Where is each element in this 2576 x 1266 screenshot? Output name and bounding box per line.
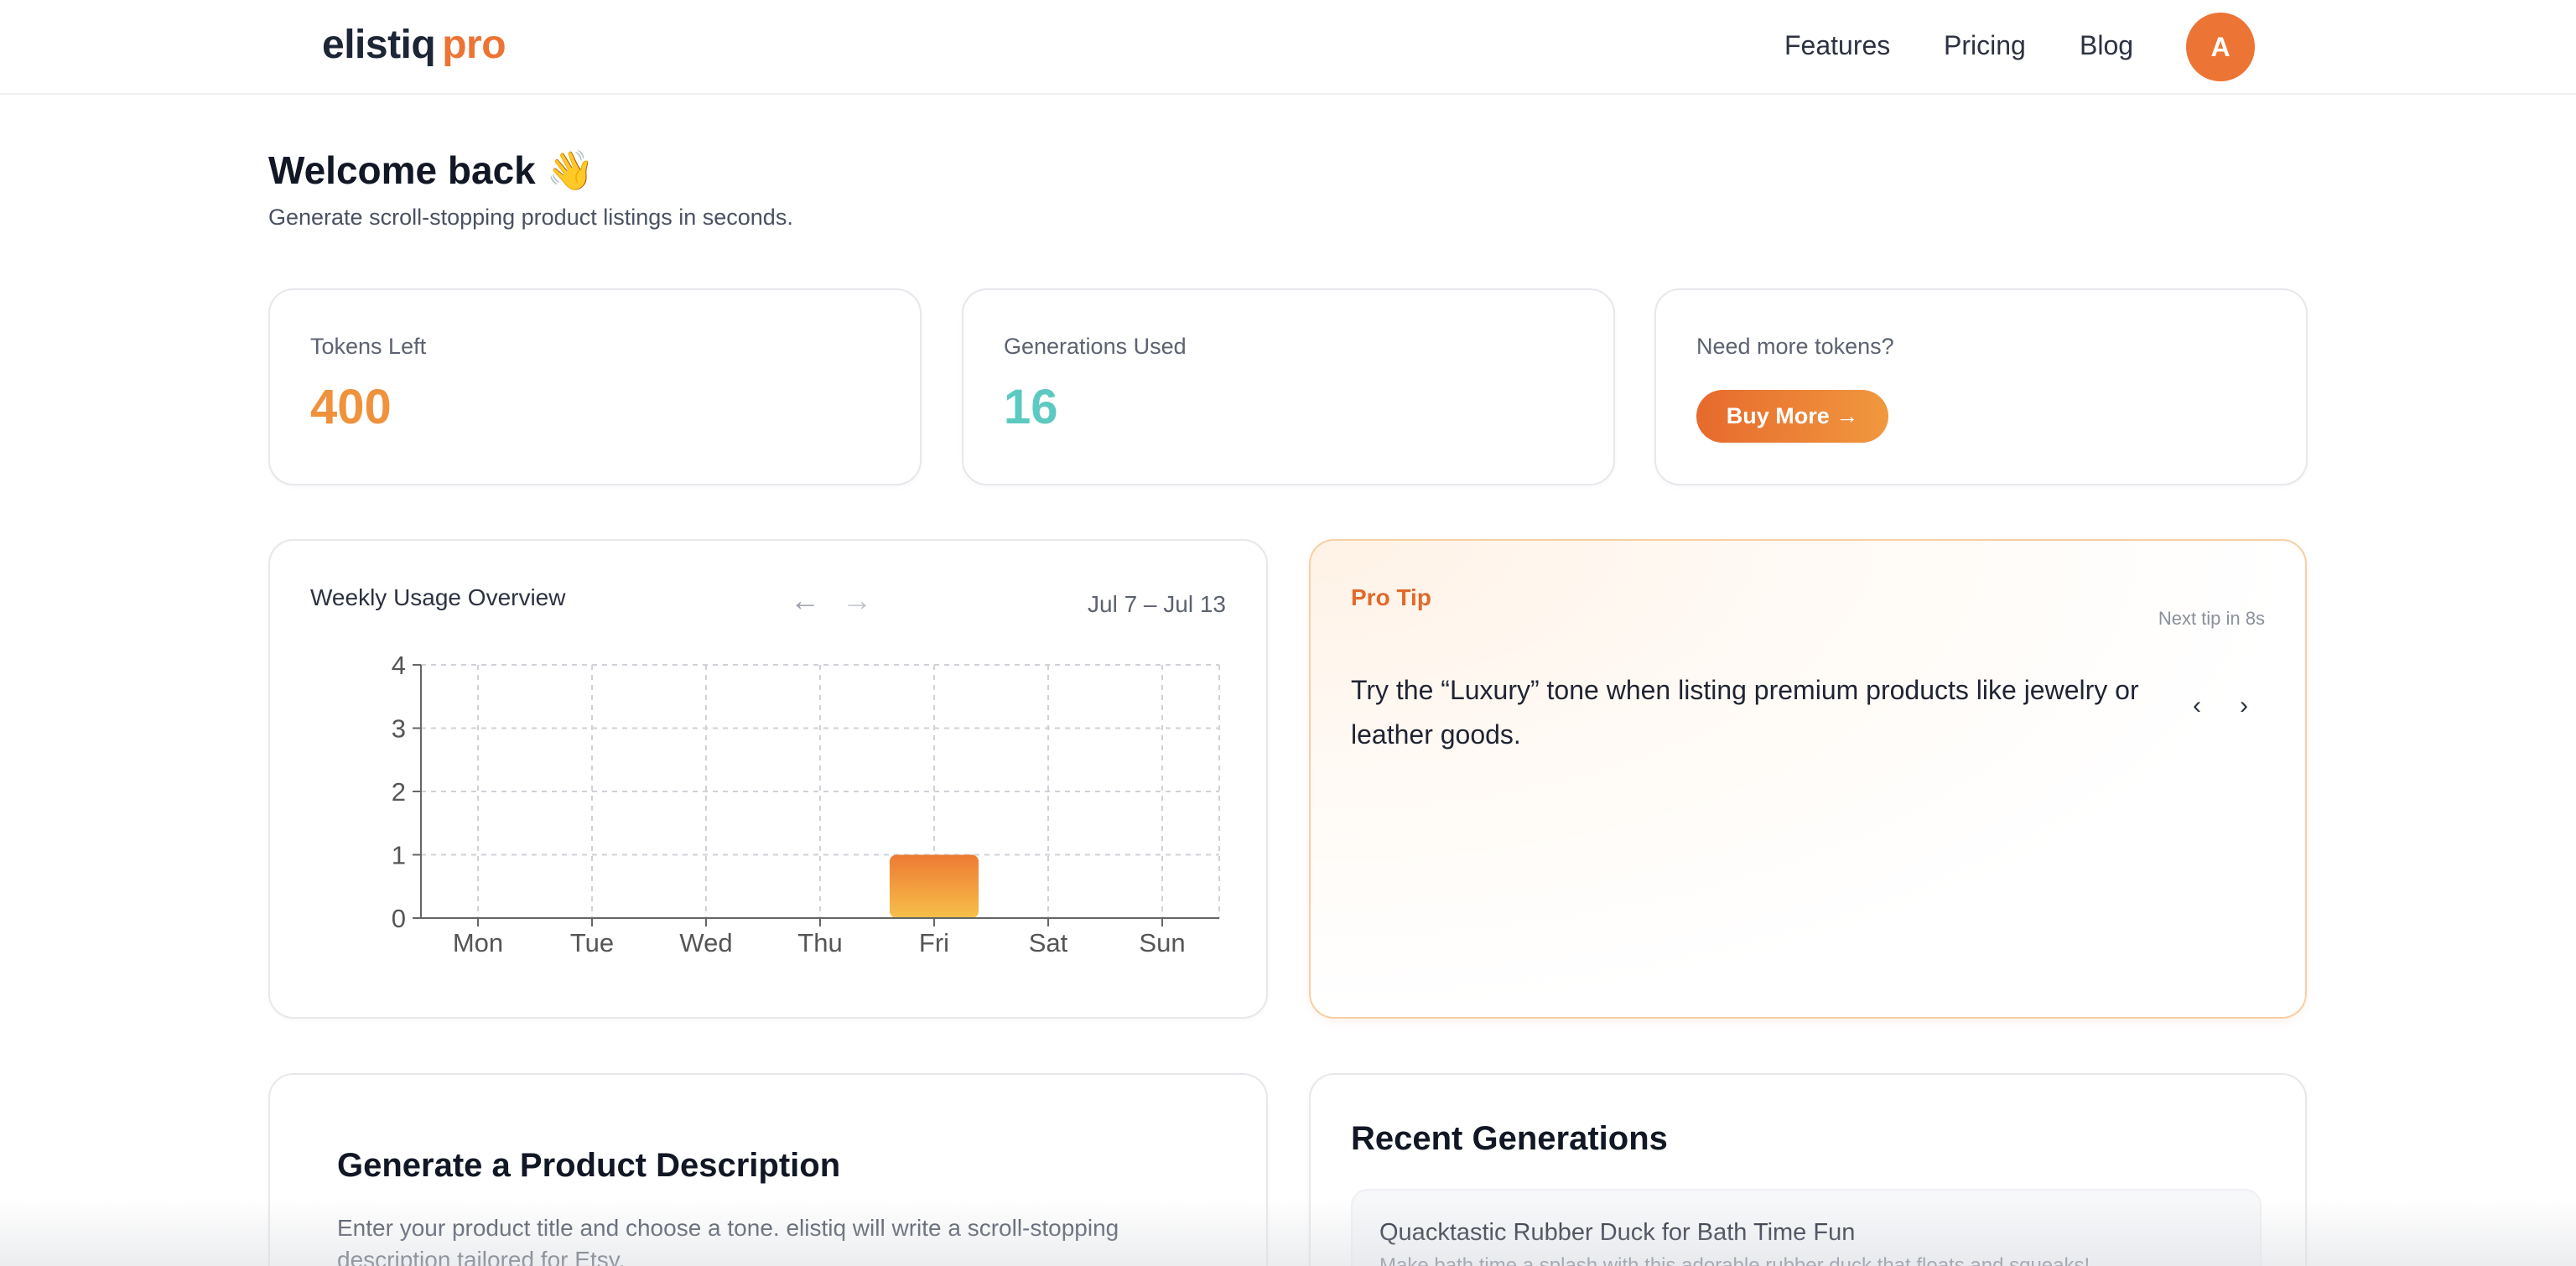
tokens-label: Tokens Left: [310, 334, 427, 359]
user-avatar[interactable]: A: [2186, 13, 2255, 81]
page-subtitle: Generate scroll-stopping product listing…: [268, 205, 793, 230]
generations-label: Generations Used: [1004, 334, 1187, 359]
x-tick-label: Sun: [1139, 928, 1185, 957]
nav-pricing[interactable]: Pricing: [1944, 30, 2026, 61]
x-tick-label: Fri: [919, 928, 949, 957]
buy-more-button[interactable]: Buy More →: [1696, 390, 1888, 443]
chevron-left-icon[interactable]: ‹: [2193, 692, 2201, 720]
x-tick-label: Sat: [1029, 928, 1068, 957]
tokens-card: Tokens Left 400: [268, 288, 922, 485]
next-tip-timer: Next tip in 8s: [2158, 608, 2265, 629]
logo[interactable]: elistiq pro: [322, 22, 506, 68]
logo-main: elistiq: [322, 23, 436, 67]
weekly-usage-card: Weekly Usage Overview ← → Jul 7 – Jul 13…: [268, 539, 1268, 1019]
y-tick-label: 3: [392, 714, 406, 744]
pro-tip-text: Try the “Luxury” tone when listing premi…: [1351, 675, 2139, 750]
generations-card: Generations Used 16: [962, 288, 1615, 485]
logo-accent: pro: [442, 23, 506, 67]
chevron-right-icon[interactable]: ›: [2240, 692, 2248, 720]
bar-fri: [889, 854, 979, 918]
recent-item-title: Quacktastic Rubber Duck for Bath Time Fu…: [1379, 1219, 1856, 1246]
recent-generations-card: Recent Generations Quacktastic Rubber Du…: [1309, 1073, 2307, 1266]
generate-description: Enter your product title and choose a to…: [337, 1215, 1119, 1266]
recent-item-description: Make bath time a splash with this adorab…: [1379, 1254, 2090, 1266]
page-title: Welcome back 👋: [268, 148, 595, 192]
nav-features[interactable]: Features: [1784, 30, 1890, 61]
recent-title: Recent Generations: [1351, 1120, 1668, 1157]
x-tick-label: Mon: [453, 928, 503, 957]
x-tick-label: Thu: [797, 928, 842, 957]
y-tick-label: 0: [392, 904, 406, 933]
x-tick-label: Wed: [679, 928, 732, 957]
list-item[interactable]: Quacktastic Rubber Duck for Bath Time Fu…: [1351, 1189, 2262, 1266]
pro-tip-label: Pro Tip: [1351, 584, 1431, 610]
tokens-value: 400: [310, 380, 392, 434]
generate-card: Generate a Product Description Enter you…: [268, 1073, 1268, 1266]
x-tick-label: Tue: [570, 928, 614, 957]
y-tick-label: 2: [392, 777, 406, 807]
buy-tokens-card: Need more tokens? Buy More →: [1654, 288, 2308, 485]
top-navbar: elistiq pro Features Pricing Blog A: [0, 0, 2576, 95]
generate-title: Generate a Product Description: [337, 1147, 841, 1184]
generations-value: 16: [1004, 380, 1058, 434]
buy-tokens-label: Need more tokens?: [1696, 334, 1894, 359]
y-tick-label: 4: [392, 651, 406, 680]
pro-tip-card: Pro Tip Next tip in 8s Try the “Luxury” …: [1309, 539, 2307, 1019]
usage-bar-chart: 0 1 2 3 4 Mon Tue Wed Thu Fri Sat Sun: [392, 651, 1220, 957]
y-tick-label: 1: [392, 841, 406, 870]
nav-blog[interactable]: Blog: [2080, 30, 2133, 61]
